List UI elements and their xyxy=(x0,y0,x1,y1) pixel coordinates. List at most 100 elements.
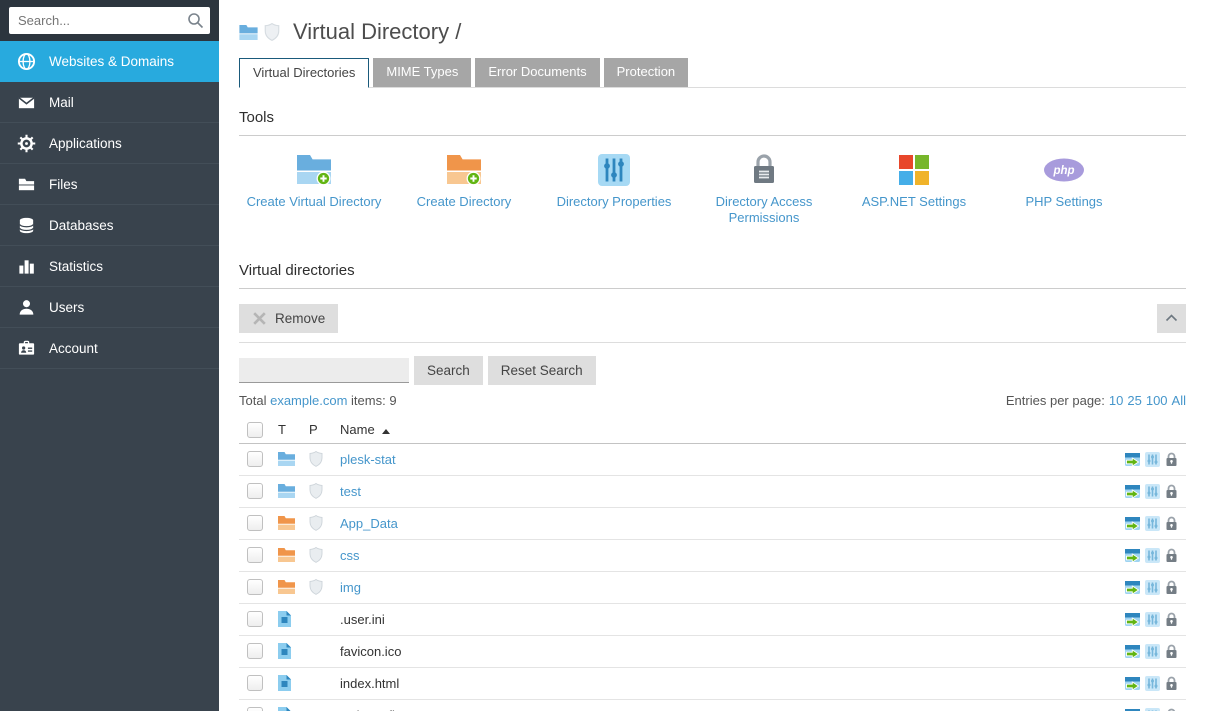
access-permissions-icon[interactable] xyxy=(1165,548,1178,563)
open-directory-icon[interactable] xyxy=(1125,676,1140,691)
row-checkbox[interactable] xyxy=(247,579,263,595)
row-name-link[interactable]: test xyxy=(340,484,361,499)
filter-input[interactable] xyxy=(239,358,409,383)
tool-php-settings[interactable]: php PHP Settings xyxy=(989,152,1139,227)
entries-per-page: Entries per page:1025100All xyxy=(1006,393,1186,408)
access-permissions-icon[interactable] xyxy=(1165,484,1178,499)
table-row: plesk-stat xyxy=(239,444,1186,476)
open-directory-icon[interactable] xyxy=(1125,484,1140,499)
directory-icon xyxy=(278,580,295,594)
tool-label: Create Virtual Directory xyxy=(239,194,389,210)
select-all-checkbox[interactable] xyxy=(247,422,263,438)
php-icon: php xyxy=(989,152,1139,188)
table-row: css xyxy=(239,540,1186,572)
sidebar-item-statistics[interactable]: Statistics xyxy=(0,246,219,287)
open-directory-icon[interactable] xyxy=(1125,548,1140,563)
filter-reset-button[interactable]: Reset Search xyxy=(488,356,596,385)
globe-icon xyxy=(17,52,36,71)
remove-x-icon xyxy=(252,311,267,326)
domain-link[interactable]: example.com xyxy=(270,393,347,408)
tab-protection[interactable]: Protection xyxy=(604,58,689,87)
tool-directory-properties[interactable]: Directory Properties xyxy=(539,152,689,227)
access-permissions-icon[interactable] xyxy=(1165,516,1178,531)
sidebar-item-files[interactable]: Files xyxy=(0,164,219,205)
row-name-text: .user.ini xyxy=(340,612,385,627)
tool-create-directory[interactable]: Create Directory xyxy=(389,152,539,227)
tool-aspnet-settings[interactable]: ASP.NET Settings xyxy=(839,152,989,227)
access-permissions-icon[interactable] xyxy=(1165,676,1178,691)
tool-directory-access-permissions[interactable]: Directory Access Permissions xyxy=(689,152,839,227)
sidebar-item-applications[interactable]: Applications xyxy=(0,123,219,164)
open-directory-icon[interactable] xyxy=(1125,644,1140,659)
entries-option-10[interactable]: 10 xyxy=(1109,393,1123,408)
directory-properties-icon[interactable] xyxy=(1145,580,1160,595)
sidebar-item-label: Applications xyxy=(49,136,122,151)
row-name-text: index.html xyxy=(340,676,399,691)
access-permissions-icon[interactable] xyxy=(1165,708,1178,711)
search-icon[interactable] xyxy=(187,12,204,34)
entries-option-100[interactable]: 100 xyxy=(1146,393,1168,408)
directory-properties-icon[interactable] xyxy=(1145,612,1160,627)
remove-button[interactable]: Remove xyxy=(239,304,338,333)
page-title: Virtual Directory / xyxy=(293,19,461,45)
open-directory-icon[interactable] xyxy=(1125,612,1140,627)
row-checkbox[interactable] xyxy=(247,675,263,691)
open-directory-icon[interactable] xyxy=(1125,580,1140,595)
row-checkbox[interactable] xyxy=(247,707,263,711)
directory-properties-icon[interactable] xyxy=(1145,452,1160,467)
sidebar-search-area xyxy=(0,0,219,41)
sidebar-item-users[interactable]: Users xyxy=(0,287,219,328)
row-checkbox[interactable] xyxy=(247,451,263,467)
row-name-link[interactable]: App_Data xyxy=(340,516,398,531)
sidebar-item-mail[interactable]: Mail xyxy=(0,82,219,123)
row-name-text: favicon.ico xyxy=(340,644,401,659)
sidebar-item-account[interactable]: Account xyxy=(0,328,219,369)
tool-label: Create Directory xyxy=(389,194,539,210)
column-header-protection[interactable]: P xyxy=(309,422,340,437)
access-permissions-icon[interactable] xyxy=(1165,612,1178,627)
folder-orange-plus-icon xyxy=(389,152,539,188)
user-icon xyxy=(17,298,36,317)
entries-option-all[interactable]: All xyxy=(1172,393,1186,408)
sidebar-item-databases[interactable]: Databases xyxy=(0,205,219,246)
row-checkbox[interactable] xyxy=(247,515,263,531)
access-permissions-icon[interactable] xyxy=(1165,644,1178,659)
directory-properties-icon[interactable] xyxy=(1145,676,1160,691)
row-checkbox[interactable] xyxy=(247,643,263,659)
open-directory-icon[interactable] xyxy=(1125,452,1140,467)
directory-properties-icon[interactable] xyxy=(1145,708,1160,711)
tab-error-documents[interactable]: Error Documents xyxy=(475,58,599,87)
tab-virtual-directories[interactable]: Virtual Directories xyxy=(239,58,369,88)
search-input[interactable] xyxy=(9,7,210,34)
sidebar-item-websites-domains[interactable]: Websites & Domains xyxy=(0,41,219,82)
shield-icon xyxy=(309,579,323,595)
entries-option-25[interactable]: 25 xyxy=(1127,393,1141,408)
filter-search-button[interactable]: Search xyxy=(414,356,483,385)
id-card-icon xyxy=(17,339,36,358)
open-directory-icon[interactable] xyxy=(1125,708,1140,711)
column-header-name[interactable]: Name xyxy=(340,422,1100,437)
directory-properties-icon[interactable] xyxy=(1145,484,1160,499)
row-checkbox[interactable] xyxy=(247,547,263,563)
access-permissions-icon[interactable] xyxy=(1165,452,1178,467)
list-toolbar: Remove xyxy=(239,304,1186,343)
row-name-link[interactable]: css xyxy=(340,548,360,563)
collapse-toolbar-button[interactable] xyxy=(1157,304,1186,333)
gear-icon xyxy=(17,134,36,153)
row-name-link[interactable]: img xyxy=(340,580,361,595)
tool-create-virtual-directory[interactable]: Create Virtual Directory xyxy=(239,152,389,227)
directory-properties-icon[interactable] xyxy=(1145,644,1160,659)
row-checkbox[interactable] xyxy=(247,611,263,627)
directory-properties-icon[interactable] xyxy=(1145,548,1160,563)
directory-properties-icon[interactable] xyxy=(1145,516,1160,531)
access-permissions-icon[interactable] xyxy=(1165,580,1178,595)
shield-icon xyxy=(309,515,323,531)
tab-mime-types[interactable]: MIME Types xyxy=(373,58,471,87)
sidebar-item-label: Databases xyxy=(49,218,114,233)
sliders-icon xyxy=(539,152,689,188)
row-name-link[interactable]: plesk-stat xyxy=(340,452,396,467)
open-directory-icon[interactable] xyxy=(1125,516,1140,531)
row-checkbox[interactable] xyxy=(247,483,263,499)
column-header-type[interactable]: T xyxy=(278,422,309,437)
total-suffix: items: 9 xyxy=(351,393,397,408)
